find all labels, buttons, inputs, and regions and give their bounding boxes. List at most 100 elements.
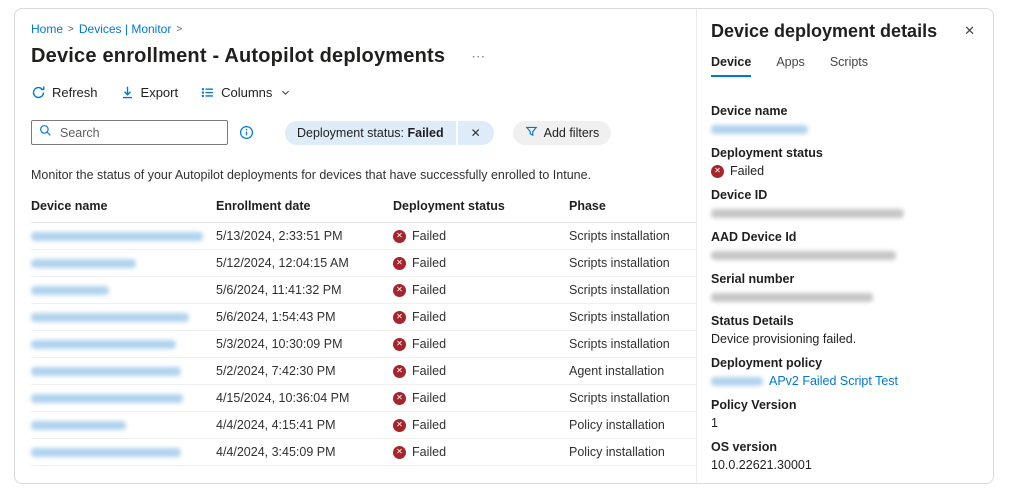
screenshot-frame: Home > Devices | Monitor > Device enroll…: [14, 8, 994, 484]
redacted-device-name: [31, 313, 189, 322]
deployments-table: Device name Enrollment date Deployment s…: [31, 194, 697, 466]
panel-fields: Device name Deployment status ✕Failed De…: [711, 104, 977, 472]
cell-deployment-status: ✕Failed: [393, 391, 569, 405]
cell-enrollment-date: 5/13/2024, 2:33:51 PM: [216, 229, 393, 243]
redacted-device-name: [31, 421, 126, 430]
export-label: Export: [141, 85, 179, 100]
cell-device-name[interactable]: [31, 283, 216, 297]
cell-deployment-status: ✕Failed: [393, 445, 569, 459]
field-label: AAD Device Id: [711, 230, 977, 244]
redacted-device-name: [31, 286, 109, 295]
panel-title: Device deployment details: [711, 21, 937, 42]
cell-device-name[interactable]: [31, 310, 216, 324]
redacted-device-name: [31, 340, 176, 349]
cell-device-name[interactable]: [31, 418, 216, 432]
refresh-button[interactable]: Refresh: [31, 85, 98, 100]
redacted-device-name: [31, 394, 183, 403]
field-label: Deployment status: [711, 146, 977, 160]
tab-scripts[interactable]: Scripts: [830, 55, 868, 77]
cell-deployment-status: ✕Failed: [393, 283, 569, 297]
more-options-icon[interactable]: ⋯: [471, 48, 486, 65]
cell-deployment-status: ✕Failed: [393, 418, 569, 432]
failed-status-icon: ✕: [393, 365, 406, 378]
column-header-enrollment-date[interactable]: Enrollment date: [216, 199, 393, 213]
search-box[interactable]: [31, 120, 228, 145]
table-row[interactable]: 4/15/2024, 10:36:04 PM ✕Failed Scripts i…: [31, 385, 697, 412]
search-icon: [39, 124, 52, 142]
device-deployment-details-panel: Device deployment details ✕ Device Apps …: [696, 9, 993, 483]
field-deployment-status: Deployment status ✕Failed: [711, 146, 977, 178]
redacted-value: [711, 293, 873, 302]
filter-pill-value: Failed: [407, 126, 443, 140]
failed-status-icon: ✕: [393, 230, 406, 243]
table-row[interactable]: 4/4/2024, 4:15:41 PM ✕Failed Policy inst…: [31, 412, 697, 439]
page-description: Monitor the status of your Autopilot dep…: [31, 168, 699, 182]
field-label: OS version: [711, 440, 977, 454]
toolbar: Refresh Export Columns: [31, 85, 699, 100]
export-button[interactable]: Export: [120, 85, 179, 100]
table-row[interactable]: 5/13/2024, 2:33:51 PM ✕Failed Scripts in…: [31, 223, 697, 250]
status-label: Failed: [412, 256, 446, 270]
field-label: Status Details: [711, 314, 977, 328]
cell-device-name[interactable]: [31, 391, 216, 405]
cell-phase: Scripts installation: [569, 337, 697, 351]
cell-device-name[interactable]: [31, 229, 216, 243]
failed-status-icon: ✕: [393, 311, 406, 324]
cell-phase: Scripts installation: [569, 283, 697, 297]
table-header: Device name Enrollment date Deployment s…: [31, 194, 697, 223]
filter-pill-key: Deployment status:: [297, 126, 404, 140]
field-serial-number: Serial number: [711, 272, 977, 304]
cell-deployment-status: ✕ Failed: [393, 310, 569, 324]
table-row[interactable]: 5/12/2024, 12:04:15 AM ✕ Failed Scripts i…: [31, 250, 697, 277]
cell-phase: Policy installation: [569, 445, 697, 459]
tab-device[interactable]: Device: [711, 55, 751, 77]
failed-status-icon: ✕: [711, 165, 724, 178]
filter-pill-close-icon[interactable]: ✕: [458, 121, 494, 145]
column-header-deployment-status[interactable]: Deployment status: [393, 199, 569, 213]
failed-status-icon: ✕: [393, 446, 406, 459]
table-row[interactable]: 5/6/2024, 11:41:32 PM ✕Failed Scripts in…: [31, 277, 697, 304]
tab-apps[interactable]: Apps: [776, 55, 805, 77]
main-content: Home > Devices | Monitor > Device enroll…: [15, 9, 699, 483]
column-header-device-name[interactable]: Device name: [31, 199, 216, 213]
cell-device-name[interactable]: [31, 337, 216, 351]
cell-enrollment-date: 5/12/2024, 12:04:15 AM: [216, 256, 393, 270]
info-icon[interactable]: [239, 125, 254, 140]
field-value: 1: [711, 416, 977, 430]
cell-device-name[interactable]: [31, 364, 216, 378]
failed-status-icon: ✕: [393, 257, 406, 270]
field-value: 10.0.22621.30001: [711, 458, 977, 472]
columns-icon: [200, 85, 215, 100]
add-filters-button[interactable]: Add filters: [513, 121, 612, 145]
field-label: Serial number: [711, 272, 977, 286]
breadcrumb-devices-monitor-link[interactable]: Devices | Monitor: [79, 22, 171, 36]
cell-enrollment-date: 5/2/2024, 7:42:30 PM: [216, 364, 393, 378]
table-row[interactable]: 5/6/2024, 1:54:43 PM ✕Failed Scripts ins…: [31, 304, 697, 331]
breadcrumb-separator: >: [176, 24, 182, 35]
failed-status-icon: ✕: [393, 392, 406, 405]
columns-label: Columns: [221, 85, 272, 100]
field-policy-version: Policy Version 1: [711, 398, 977, 430]
title-row: Device enrollment - Autopilot deployment…: [31, 45, 699, 68]
cell-device-name[interactable]: [31, 445, 216, 459]
add-filters-label: Add filters: [544, 126, 600, 140]
status-label: Failed: [412, 310, 446, 324]
breadcrumb-home-link[interactable]: Home: [31, 22, 63, 36]
panel-tabs: Device Apps Scripts: [711, 55, 977, 77]
field-label: Device name: [711, 104, 977, 118]
close-icon[interactable]: ✕: [962, 21, 977, 41]
columns-button[interactable]: Columns: [200, 85, 291, 100]
table-row[interactable]: 5/2/2024, 7:42:30 PM ✕Failed Agent insta…: [31, 358, 697, 385]
column-header-phase[interactable]: Phase: [569, 199, 697, 213]
deployment-policy-link[interactable]: APv2 Failed Script Test: [769, 374, 898, 388]
table-row[interactable]: 5/3/2024, 10:30:09 PM ✕Failed Scripts in…: [31, 331, 697, 358]
search-input[interactable]: [58, 125, 220, 141]
cell-phase: Scripts installation: [569, 256, 697, 270]
page-title: Device enrollment - Autopilot deployment…: [31, 45, 445, 68]
cell-enrollment-date: 4/4/2024, 3:45:09 PM: [216, 445, 393, 459]
table-row[interactable]: 4/4/2024, 3:45:09 PM ✕Failed Policy inst…: [31, 439, 697, 466]
redacted-device-name: [31, 259, 136, 268]
breadcrumb: Home > Devices | Monitor >: [31, 22, 699, 36]
cell-device-name[interactable]: [31, 256, 216, 270]
filter-pill-label[interactable]: Deployment status: Failed: [285, 121, 456, 145]
